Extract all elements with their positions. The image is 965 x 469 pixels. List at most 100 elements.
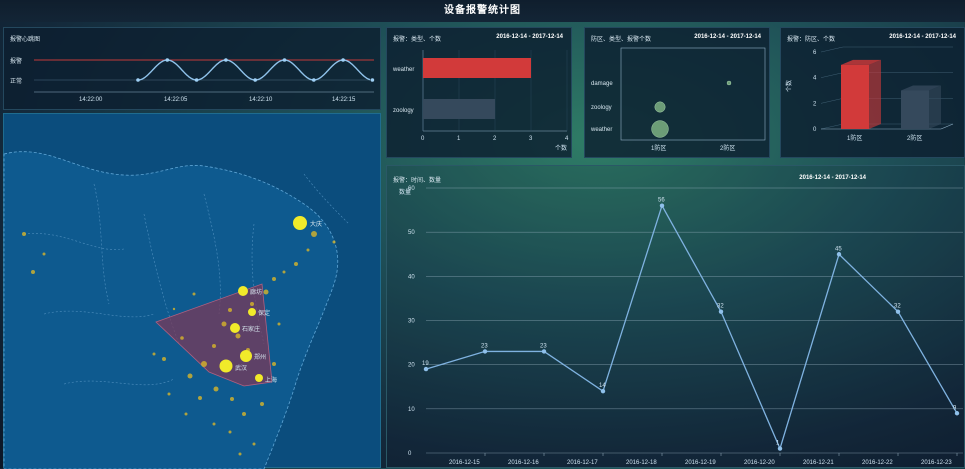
area-count-panel: 报警：防区、个数 2016-12-14 - 2017-12-14 个数 0 2 4 6 1… bbox=[780, 27, 965, 158]
x-category-label: 2防区 bbox=[907, 134, 922, 142]
city-label: 保定 bbox=[258, 309, 270, 317]
data-point bbox=[600, 388, 606, 394]
grid-line bbox=[820, 98, 844, 104]
y-tick-label: 10 bbox=[408, 407, 415, 413]
y-tick-label: 20 bbox=[408, 363, 415, 369]
data-point bbox=[482, 349, 488, 354]
bubble bbox=[651, 120, 669, 138]
y-axis-label: 个数 bbox=[785, 80, 793, 92]
bar bbox=[423, 99, 495, 119]
x-tick-label: 2016-12-20 bbox=[744, 460, 775, 466]
area-type-panel: 防区、类型、报警个数 2016-12-14 - 2017-12-14 damag… bbox=[584, 27, 770, 158]
plot-frame bbox=[620, 47, 766, 141]
heartbeat-point bbox=[224, 58, 228, 62]
heartbeat-chart: 报警 正常 14:22:00 14:22:05 14:22:10 14:22:1… bbox=[10, 57, 375, 103]
y-category-label: damage bbox=[591, 81, 613, 87]
heartbeat-point bbox=[136, 78, 140, 82]
x-axis-depth bbox=[940, 123, 954, 130]
map-panel: 大庆 廊坊 保定 石家庄 郑州 武汉 上海 bbox=[3, 113, 381, 469]
y-category-label: weather bbox=[590, 127, 612, 133]
y-tick-label: 6 bbox=[813, 50, 817, 56]
heartbeat-point bbox=[194, 78, 199, 82]
area-type-chart: damage zoology weather 1防区 2防区 bbox=[590, 47, 766, 152]
x-tick-label: 4 bbox=[565, 136, 569, 142]
y-tick-label: 4 bbox=[813, 76, 817, 82]
x-category-label: 1防区 bbox=[847, 134, 862, 142]
grid-line bbox=[820, 46, 844, 53]
time-tick: 14:22:15 bbox=[332, 97, 356, 103]
bubble bbox=[654, 101, 666, 113]
x-category-label: 2防区 bbox=[720, 144, 735, 152]
heartbeat-point bbox=[165, 58, 170, 62]
category-label: zoology bbox=[393, 108, 414, 114]
time-tick: 14:22:10 bbox=[249, 97, 273, 103]
data-point bbox=[541, 349, 547, 354]
x-tick-label: 1 bbox=[457, 136, 461, 142]
data-point bbox=[423, 366, 429, 372]
time-count-chart: 数量01020304050602016-12-15 2016-12-16 2016-… bbox=[399, 186, 963, 466]
y-tick-label: 0 bbox=[408, 451, 412, 457]
x-tick-label: 2016-12-16 bbox=[508, 460, 539, 466]
city-label: 石家庄 bbox=[242, 325, 260, 333]
data-label: 9 bbox=[953, 405, 957, 411]
data-label: 23 bbox=[540, 343, 547, 349]
city-label: 大庆 bbox=[310, 220, 322, 228]
y-tick-label: 30 bbox=[408, 319, 415, 325]
y-tick-label: 0 bbox=[813, 127, 817, 133]
land-outline bbox=[3, 151, 338, 469]
y-tick-label: 50 bbox=[408, 230, 415, 236]
time-tick: 14:22:05 bbox=[164, 97, 188, 103]
bar bbox=[423, 58, 531, 78]
china-map: 大庆 廊坊 保定 石家庄 郑州 武汉 上海 bbox=[3, 151, 350, 469]
x-tick-label: 2 bbox=[493, 136, 497, 142]
series-line bbox=[425, 204, 958, 451]
city-label: 武汉 bbox=[235, 364, 247, 372]
x-tick-label: 2016-12-19 bbox=[685, 460, 716, 466]
bubble bbox=[726, 80, 732, 86]
heartbeat-point bbox=[312, 78, 316, 82]
page-title: 设备报警统计图 bbox=[444, 5, 521, 16]
city-label: 郑州 bbox=[254, 353, 266, 361]
x-axis-label: 个数 bbox=[555, 144, 567, 152]
grid-line bbox=[820, 123, 844, 130]
heartbeat-wave bbox=[137, 59, 371, 81]
time-count-panel: 报警：时间、数量 2016-12-14 - 2017-12-14 数量 0 10 20… bbox=[386, 165, 965, 468]
category-label: weather bbox=[392, 67, 414, 73]
type-count-panel: 报警：类型、个数 2016-12-14 - 2017-12-14 0 1 2 3 4 个数… bbox=[386, 27, 572, 158]
heartbeat-point bbox=[282, 58, 287, 62]
x-tick-label: 2016-12-18 bbox=[626, 460, 657, 466]
data-point bbox=[836, 252, 842, 257]
type-count-chart: 0 1 2 3 4 个数 weather zoology bbox=[392, 50, 569, 152]
y-tick-label: 2 bbox=[813, 101, 817, 107]
data-label: 32 bbox=[717, 304, 724, 310]
x-tick-label: 2016-12-17 bbox=[567, 460, 598, 466]
x-tick-label: 2016-12-23 bbox=[921, 460, 952, 466]
data-point bbox=[659, 203, 665, 208]
x-category-label: 1防区 bbox=[651, 144, 666, 152]
x-tick-label: 2016-12-21 bbox=[803, 460, 834, 466]
area-count-chart: 个数 0 2 4 6 1防区 2防区 bbox=[785, 46, 954, 142]
heartbeat-panel: 报警心跳图 报警 正常 14:22:00 14:22:05 14:22:10 1… bbox=[3, 27, 381, 110]
data-point bbox=[718, 309, 724, 314]
data-label: 19 bbox=[422, 361, 429, 367]
city-label: 廊坊 bbox=[250, 288, 262, 296]
x-tick-label: 2016-12-22 bbox=[862, 460, 893, 466]
y-category-label: zoology bbox=[591, 105, 612, 111]
city-label: 上海 bbox=[265, 376, 277, 384]
bar-side bbox=[929, 85, 941, 129]
data-label: 23 bbox=[481, 343, 488, 349]
heartbeat-point bbox=[370, 78, 375, 82]
data-label: 32 bbox=[894, 304, 901, 310]
data-label: 14 bbox=[599, 383, 606, 389]
data-label: 56 bbox=[658, 198, 665, 204]
y-tick-label: 60 bbox=[408, 186, 415, 192]
title-bar: 设备报警统计图 bbox=[0, 0, 965, 22]
x-tick-label: 0 bbox=[421, 136, 425, 142]
time-tick: 14:22:00 bbox=[79, 97, 103, 103]
grid-line bbox=[820, 72, 844, 78]
data-point bbox=[954, 411, 960, 416]
state-label-normal: 正常 bbox=[10, 77, 22, 85]
data-point bbox=[895, 309, 901, 314]
bar bbox=[901, 90, 929, 129]
heartbeat-point bbox=[341, 58, 345, 62]
